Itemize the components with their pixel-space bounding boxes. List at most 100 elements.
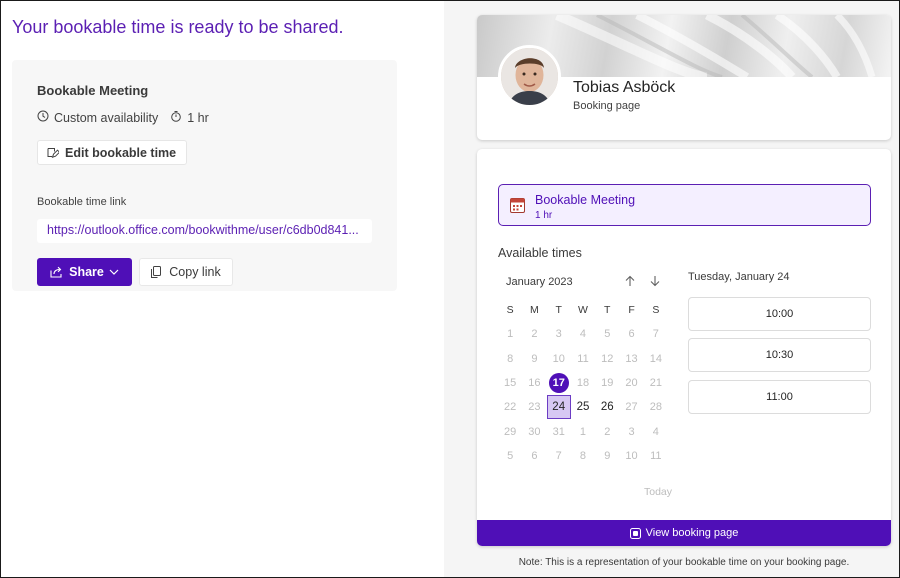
copy-link-button[interactable]: Copy link	[139, 258, 233, 286]
view-booking-page-label: View booking page	[645, 527, 739, 539]
meeting-card: Bookable Meeting Custom availability 1 h…	[12, 60, 397, 291]
booking-page-icon	[629, 527, 641, 539]
availability-text: Custom availability	[54, 110, 159, 125]
calendar-day-unavailable: 3	[555, 328, 562, 341]
weekday-label: F	[628, 304, 635, 317]
calendar-day-unavailable: 2	[531, 328, 538, 341]
calendar-day-unavailable: 7	[652, 328, 659, 341]
calendar-day-unavailable: 30	[528, 425, 541, 438]
calendar-day-selected[interactable]: 24	[546, 395, 571, 420]
time-slot[interactable]: 10:30	[688, 338, 871, 372]
calendar-day-unavailable: 28	[649, 401, 662, 414]
calendar-day-unavailable: 13	[625, 352, 638, 365]
calendar-day-unavailable: 5	[604, 328, 611, 341]
calendar-day-unavailable: 31	[552, 425, 565, 438]
calendar-day-unavailable: 8	[579, 449, 587, 462]
preview-panel: Tobias Asböck Booking page Bookable Meet…	[444, 1, 899, 577]
calendar-day-unavailable: 12	[601, 352, 614, 365]
arrow-down-icon[interactable]	[649, 274, 661, 292]
today-button[interactable]: Today	[644, 486, 672, 498]
edit-label: Edit bookable time	[65, 145, 177, 160]
share-icon	[50, 266, 63, 278]
chevron-down-icon	[109, 269, 119, 275]
meeting-type-option[interactable]: Bookable Meeting 1 hr	[498, 184, 871, 226]
profile-subtitle: Booking page	[573, 100, 641, 112]
calendar-day-unavailable: 8	[507, 352, 514, 365]
weekday-label: S	[506, 304, 514, 317]
calendar-day-unavailable: 29	[504, 425, 517, 438]
calendar-day-unavailable: 22	[504, 401, 517, 414]
booking-card: Bookable Meeting 1 hr Available times Ja…	[477, 149, 891, 546]
calendar-week-row: 5 6 7 8 9 10 11	[498, 444, 668, 468]
time-slot[interactable]: 11:00	[688, 380, 871, 414]
link-label: Bookable time link	[37, 196, 127, 208]
share-button[interactable]: Share	[37, 258, 132, 286]
selected-date-label: Tuesday, January 24	[688, 271, 790, 283]
calendar-day-unavailable: 21	[649, 377, 662, 390]
calendar-week-row: 1 2 3 4 5 6 7	[498, 322, 668, 346]
calendar-day-label: 17	[548, 373, 569, 394]
calendar-day-unavailable: 3	[628, 425, 635, 438]
weekday-label: S	[652, 304, 660, 317]
calendar-day-unavailable: 9	[531, 352, 538, 365]
calendar-day-unavailable: 20	[625, 377, 638, 390]
weekday-label: T	[555, 304, 562, 317]
calendar-week-row: 8 9 10 11 12 13 14	[498, 347, 668, 371]
calendar-day-unavailable: 23	[528, 401, 541, 414]
time-slot[interactable]: 10:00	[688, 297, 871, 331]
calendar-grid: S M T W T F S 1 2 3 4 5 6 7 8 9 10 11 12 13 14 15 16 17 18 19 20 21…	[498, 298, 668, 468]
duration-text: 1 hr	[187, 110, 209, 125]
weekday-label: W	[578, 304, 588, 317]
view-booking-page-button[interactable]: View booking page	[477, 520, 891, 546]
calendar-week-row: 15 16 17 18 19 20 21	[498, 371, 668, 395]
calendar-day-unavailable: 2	[604, 425, 611, 438]
edit-bookable-time-button[interactable]: Edit bookable time	[37, 140, 188, 165]
calendar-day-unavailable: 19	[601, 377, 614, 390]
edit-icon	[46, 146, 59, 159]
calendar-day-unavailable: 10	[625, 449, 638, 462]
calendar-day-unavailable: 1	[579, 425, 587, 438]
page-title: Your bookable time is ready to be shared…	[12, 17, 344, 37]
profile-card: Tobias Asböck Booking page	[477, 15, 891, 140]
calendar-day-unavailable: 16	[528, 377, 541, 390]
app-window: Your bookable time is ready to be shared…	[0, 0, 900, 578]
calendar-day-unavailable: 6	[531, 449, 538, 462]
meeting-title: Bookable Meeting	[37, 83, 149, 98]
calendar-month: January 2023	[506, 276, 573, 288]
left-panel: Your bookable time is ready to be shared…	[1, 1, 444, 577]
avatar	[498, 45, 561, 108]
share-label: Share	[69, 265, 104, 279]
calendar-day-unavailable: 27	[625, 401, 638, 414]
meeting-meta: Custom availability 1 hr	[37, 110, 209, 125]
calendar-day-unavailable: 7	[555, 449, 562, 462]
meeting-type-duration: 1 hr	[535, 210, 553, 221]
calendar-icon	[510, 197, 525, 218]
calendar-day-unavailable: 18	[576, 377, 590, 390]
calendar-day-unavailable: 1	[507, 328, 514, 341]
calendar-day-unavailable: 15	[504, 377, 517, 390]
copy-icon	[151, 266, 162, 278]
copy-label: Copy link	[169, 265, 221, 279]
calendar-day-available[interactable]: 26	[595, 395, 619, 419]
calendar-day-unavailable: 9	[604, 449, 611, 462]
arrow-up-icon[interactable]	[624, 274, 636, 292]
calendar-day-today[interactable]: 17	[547, 371, 571, 395]
calendar-day-available[interactable]: 25	[571, 395, 595, 419]
calendar-day-unavailable: 10	[552, 352, 565, 365]
calendar-day-unavailable: 11	[650, 449, 662, 462]
calendar-day-unavailable: 14	[649, 352, 662, 365]
calendar-week-row: 22 23 24 25 26 27 28	[498, 395, 668, 420]
profile-name: Tobias Asböck	[573, 79, 676, 96]
weekday-header-row: SMTWTFS	[498, 298, 668, 322]
calendar-day-unavailable: 11	[577, 352, 589, 365]
weekday-label: T	[604, 304, 611, 317]
meeting-type-title: Bookable Meeting	[535, 193, 636, 207]
footer-note: Note: This is a representation of your b…	[518, 557, 850, 568]
calendar-week-row: 29 30 31 1 2 3 4	[498, 419, 668, 443]
calendar-day-unavailable: 4	[579, 328, 587, 341]
bookable-link-field[interactable]: https://outlook.office.com/bookwithme/us…	[37, 219, 372, 243]
calendar-day-unavailable: 6	[628, 328, 635, 341]
calendar-day-unavailable: 4	[652, 425, 659, 438]
timer-icon	[170, 110, 182, 125]
clock-icon	[37, 110, 49, 125]
